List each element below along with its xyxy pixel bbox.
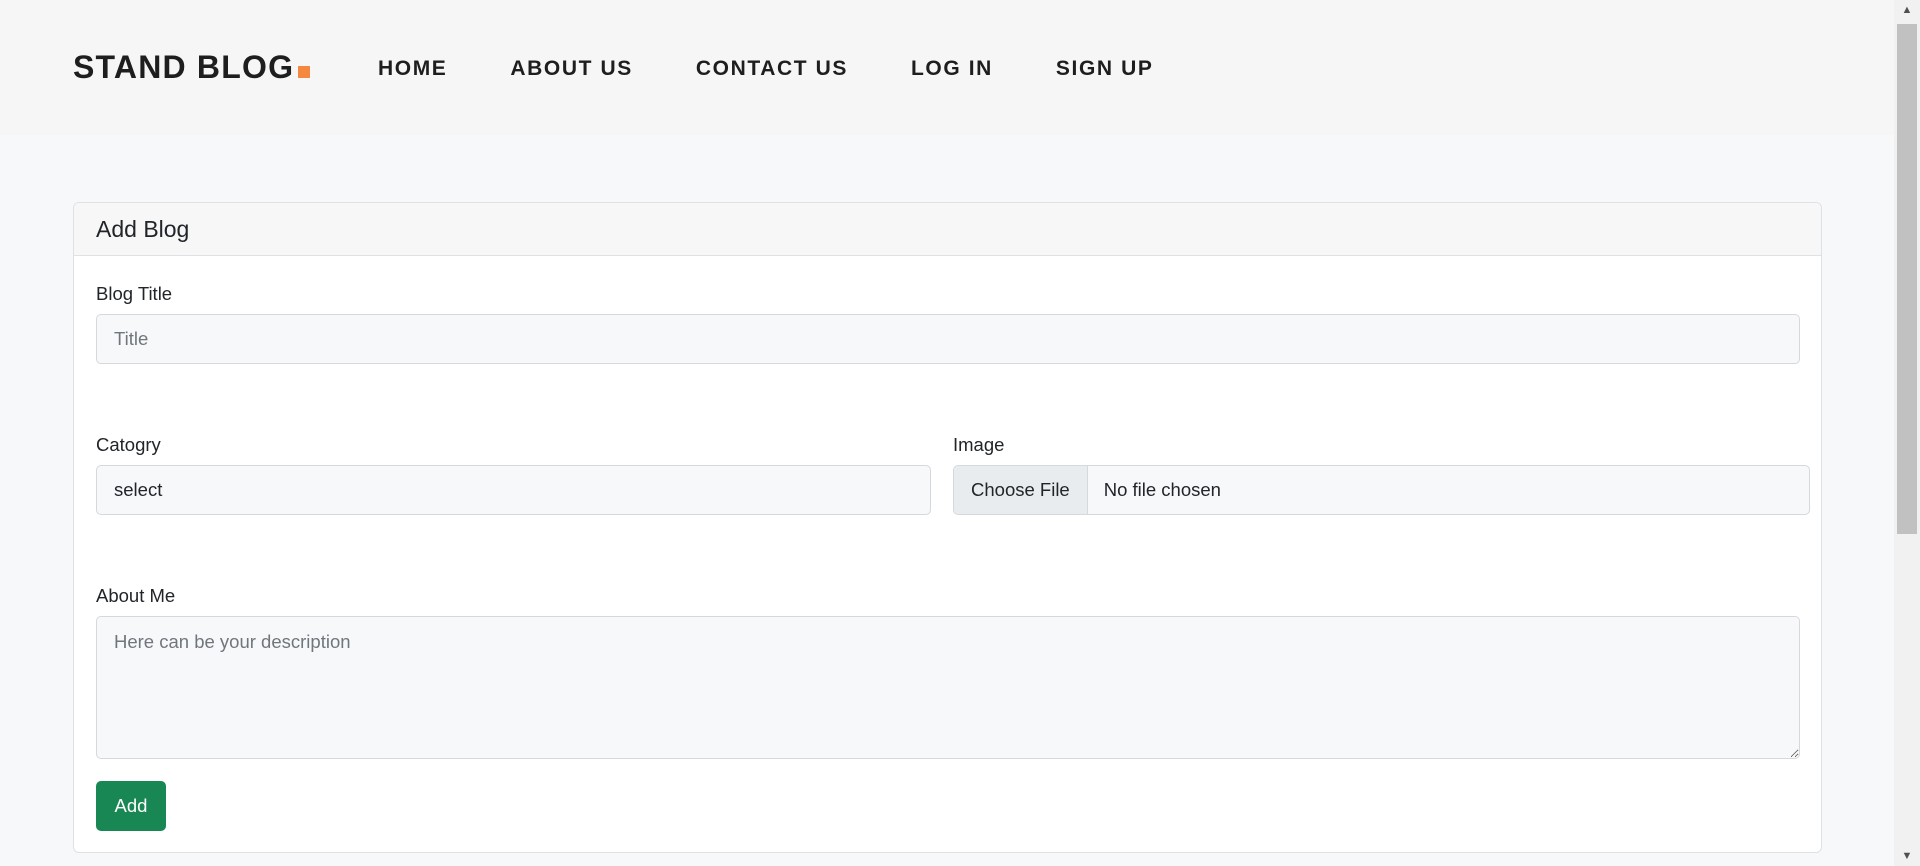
nav-contact-us-link[interactable]: CONTACT US (696, 58, 848, 79)
card-title: Add Blog (74, 203, 1821, 256)
logo-accent-square (298, 66, 311, 78)
main-nav: HOME ABOUT US CONTACT US LOG IN SIGN UP (378, 58, 1153, 79)
logo-text: STAND BLOG (73, 49, 295, 85)
chevron-up-icon[interactable]: ▲ (1894, 0, 1920, 20)
add-button[interactable]: Add (96, 781, 166, 831)
blog-title-input[interactable] (96, 314, 1800, 364)
choose-file-button[interactable]: Choose File (954, 466, 1088, 514)
scrollbar-thumb[interactable] (1897, 24, 1917, 534)
nav-log-in-link[interactable]: LOG IN (911, 58, 993, 79)
nav-home-link[interactable]: HOME (378, 58, 447, 79)
nav-sign-up-link[interactable]: SIGN UP (1056, 58, 1154, 79)
site-header: STAND BLOG HOME ABOUT US CONTACT US LOG … (0, 0, 1894, 135)
category-selected-value: select (114, 479, 163, 500)
about-me-textarea[interactable] (96, 616, 1800, 759)
file-status-text: No file chosen (1103, 479, 1221, 500)
image-file-input[interactable]: Choose File No file chosen (953, 465, 1810, 515)
category-select[interactable]: select (96, 465, 931, 515)
site-logo[interactable]: STAND BLOG (73, 49, 311, 85)
category-label: Catogry (96, 434, 161, 455)
nav-about-us-link[interactable]: ABOUT US (510, 58, 632, 79)
about-me-label: About Me (96, 585, 176, 606)
add-blog-card: Add Blog Blog Title Catogry select Image… (73, 202, 1822, 853)
page-scrollbar[interactable]: ▲ ▼ (1894, 0, 1920, 866)
image-label: Image (953, 434, 1005, 455)
chevron-down-icon[interactable]: ▼ (1894, 846, 1920, 866)
blog-title-label: Blog Title (96, 283, 173, 304)
